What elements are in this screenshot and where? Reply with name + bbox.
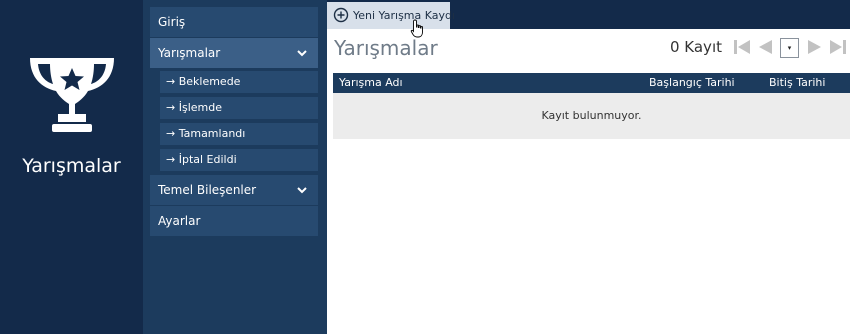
sidebar-item-label: Giriş bbox=[158, 15, 186, 29]
sidebar-subitem-beklemede[interactable]: → Beklemede bbox=[160, 71, 318, 93]
sidebar-subitem-label: → Beklemede bbox=[166, 75, 241, 88]
record-count: 0 Kayıt bbox=[669, 38, 722, 56]
chevron-down-icon bbox=[297, 50, 307, 57]
sidebar-subitem-iptal-edildi[interactable]: → İptal Edildi bbox=[160, 149, 318, 171]
plus-circle-icon bbox=[333, 7, 349, 23]
sidebar-subitem-label: → İptal Edildi bbox=[166, 153, 237, 166]
sidebar-item-label: Ayarlar bbox=[158, 214, 201, 228]
table-header: Yarışma Adı Başlangıç Tarihi Bitiş Tarih… bbox=[333, 73, 850, 93]
column-header-end-date[interactable]: Bitiş Tarihi bbox=[769, 73, 825, 93]
column-header-name[interactable]: Yarışma Adı bbox=[339, 73, 403, 93]
sidebar-subitem-tamamlandi[interactable]: → Tamamlandı bbox=[160, 123, 318, 145]
new-competition-label: Yeni Yarışma Kaydı bbox=[353, 9, 456, 22]
new-competition-button[interactable]: Yeni Yarışma Kaydı bbox=[327, 2, 455, 29]
sidebar-item-ayarlar[interactable]: Ayarlar bbox=[150, 206, 318, 236]
module-panel: Yarışmalar bbox=[0, 0, 143, 334]
column-header-start-date[interactable]: Başlangıç Tarihi bbox=[649, 73, 735, 93]
previous-page-icon[interactable] bbox=[756, 39, 774, 55]
sidebar: Giriş Yarışmalar → Beklemede → İşlemde →… bbox=[143, 0, 327, 334]
empty-table-message: Kayıt bulunmuyor. bbox=[333, 93, 850, 139]
module-title: Yarışmalar bbox=[22, 155, 121, 177]
sidebar-item-label: Temel Bileşenler bbox=[158, 183, 257, 197]
next-page-icon[interactable] bbox=[806, 39, 824, 55]
sidebar-item-label: Yarışmalar bbox=[158, 46, 221, 60]
sidebar-item-yarismalar[interactable]: Yarışmalar bbox=[150, 38, 318, 68]
sidebar-subitem-islemde[interactable]: → İşlemde bbox=[160, 97, 318, 119]
sidebar-item-temel-bilesenler[interactable]: Temel Bileşenler bbox=[150, 175, 318, 205]
trophy-icon bbox=[30, 58, 114, 132]
sidebar-subitem-label: → İşlemde bbox=[166, 101, 222, 114]
first-page-icon[interactable] bbox=[733, 39, 751, 55]
sidebar-subitem-label: → Tamamlandı bbox=[166, 127, 246, 140]
page-select[interactable]: ▾ bbox=[780, 38, 799, 58]
sidebar-item-giris[interactable]: Giriş bbox=[150, 7, 318, 37]
chevron-down-icon bbox=[297, 187, 307, 194]
last-page-icon[interactable] bbox=[829, 39, 847, 55]
page-title: Yarışmalar bbox=[334, 36, 438, 60]
